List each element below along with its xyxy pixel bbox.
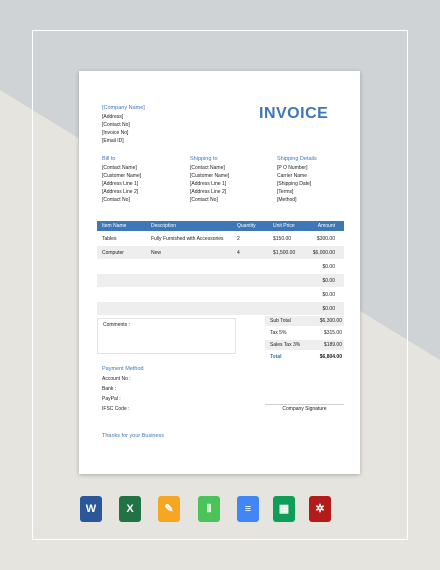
total-row: Total $6,804.00 bbox=[265, 352, 344, 362]
cell-item-name: Computer bbox=[102, 250, 124, 256]
ifsc-code-label: IFSC Code : bbox=[102, 406, 130, 412]
bank-label: Bank : bbox=[102, 386, 117, 392]
shipping-to-line: [Address Line 2] bbox=[190, 189, 227, 195]
cell-amount: $6,000.00 bbox=[312, 250, 335, 256]
header-unit-price: Unit Price bbox=[273, 223, 295, 229]
thanks-message: Thanks for your Business bbox=[102, 433, 165, 439]
table-row: Tables Fully Furnished with Accessories … bbox=[97, 232, 344, 245]
cell-description: New bbox=[151, 250, 162, 256]
bill-to-line: [Contact Name] bbox=[102, 165, 137, 171]
cell-amount: $300.00 bbox=[316, 236, 335, 242]
company-name: [Company Name] bbox=[102, 105, 145, 111]
company-address: [Address] bbox=[102, 114, 124, 120]
table-row: $0.00 bbox=[97, 274, 344, 287]
shipping-to-line: [Customer Name] bbox=[190, 173, 230, 179]
subtotal-value: $6,300.00 bbox=[319, 318, 342, 324]
app-format-icons: W X ✎ Ⅱ ≡ ▦ ✲ bbox=[0, 496, 440, 524]
comments-label: Comments : bbox=[103, 322, 130, 328]
comments-box[interactable]: Comments : bbox=[97, 318, 236, 354]
cell-amount: $0.00 bbox=[322, 292, 335, 298]
items-table-header: Item Name Description Quantity Unit Pric… bbox=[97, 221, 344, 231]
bill-to-line: [Address Line 2] bbox=[102, 189, 139, 195]
shipping-details-line: [P O Number] bbox=[277, 165, 308, 171]
numbers-icon[interactable]: Ⅱ bbox=[198, 496, 220, 522]
sales-tax-value: $189.00 bbox=[323, 342, 342, 348]
cell-item-name: Tables bbox=[102, 236, 117, 242]
sales-tax-row: Sales Tax 3% $189.00 bbox=[265, 340, 344, 350]
cell-amount: $0.00 bbox=[322, 264, 335, 270]
shipping-to-line: [Contact No] bbox=[190, 197, 218, 203]
account-no-label: Account No : bbox=[102, 376, 131, 382]
shipping-details-line: [Method] bbox=[277, 197, 297, 203]
shipping-details-line: [Terms] bbox=[277, 189, 294, 195]
shipping-details-line: Carrier Name bbox=[277, 173, 308, 179]
invoice-document: [Company Name] [Address] [Contact No] [I… bbox=[79, 71, 360, 474]
subtotal-row: Sub Total $6,300.00 bbox=[265, 316, 344, 326]
company-invoice-no: [Invoice No] bbox=[102, 130, 129, 136]
total-value: $6,804.00 bbox=[319, 354, 342, 360]
company-signature-label: Company Signature bbox=[282, 406, 327, 412]
total-label: Total bbox=[270, 354, 282, 360]
signature-line bbox=[265, 404, 344, 405]
cell-amount: $0.00 bbox=[322, 306, 335, 312]
shipping-details-line: [Shipping Date] bbox=[277, 181, 312, 187]
shipping-details-section: Shipping Details [P O Number] Carrier Na… bbox=[277, 155, 317, 204]
word-icon[interactable]: W bbox=[80, 496, 102, 522]
cell-unit-price: $1,500.00 bbox=[273, 250, 296, 256]
shipping-to-line: [Address Line 1] bbox=[190, 181, 227, 187]
sales-tax-label: Sales Tax 3% bbox=[270, 342, 301, 348]
shipping-details-heading: Shipping Details bbox=[277, 156, 317, 162]
bill-to-line: [Contact No] bbox=[102, 197, 130, 203]
payment-method-details: Account No : Bank : PayPal : IFSC Code : bbox=[102, 374, 131, 414]
header-description: Description bbox=[151, 223, 177, 229]
google-docs-icon[interactable]: ≡ bbox=[237, 496, 259, 522]
header-amount: Amount bbox=[317, 223, 335, 229]
table-row: Computer New 4 $1,500.00 $6,000.00 bbox=[97, 246, 344, 259]
pdf-icon[interactable]: ✲ bbox=[309, 496, 331, 522]
shipping-to-heading: Shipping to bbox=[190, 156, 218, 162]
subtotal-label: Sub Total bbox=[270, 318, 291, 324]
tax-label: Tax 5% bbox=[270, 330, 287, 336]
shipping-to-section: Shipping to [Contact Name] [Customer Nam… bbox=[190, 155, 229, 204]
cell-description: Fully Furnished with Accessories bbox=[151, 236, 224, 242]
company-contact: [Contact No] bbox=[102, 122, 130, 128]
table-row: $0.00 bbox=[97, 260, 344, 273]
header-quantity: Quantity bbox=[237, 223, 256, 229]
excel-icon[interactable]: X bbox=[119, 496, 141, 522]
google-sheets-icon[interactable]: ▦ bbox=[273, 496, 295, 522]
invoice-title: INVOICE bbox=[259, 105, 329, 122]
company-details: [Address] [Contact No] [Invoice No] [Ema… bbox=[102, 113, 130, 145]
shipping-to-line: [Contact Name] bbox=[190, 165, 225, 171]
bill-to-section: Bill to [Contact Name] [Customer Name] [… bbox=[102, 155, 141, 204]
bill-to-line: [Customer Name] bbox=[102, 173, 142, 179]
cell-amount: $0.00 bbox=[322, 278, 335, 284]
payment-method-heading: Payment Method bbox=[102, 366, 144, 372]
cell-quantity: 2 bbox=[237, 236, 240, 242]
bill-to-line: [Address Line 1] bbox=[102, 181, 139, 187]
pages-icon[interactable]: ✎ bbox=[158, 496, 180, 522]
cell-quantity: 4 bbox=[237, 250, 240, 256]
tax-row: Tax 5% $315.00 bbox=[265, 328, 344, 338]
table-row: $0.00 bbox=[97, 288, 344, 301]
company-email: [Email ID] bbox=[102, 138, 124, 144]
bill-to-heading: Bill to bbox=[102, 156, 116, 162]
cell-unit-price: $150.00 bbox=[273, 236, 292, 242]
tax-value: $315.00 bbox=[323, 330, 342, 336]
paypal-label: PayPal : bbox=[102, 396, 121, 402]
header-item-name: Item Name bbox=[102, 223, 127, 229]
table-row: $0.00 bbox=[97, 302, 344, 315]
